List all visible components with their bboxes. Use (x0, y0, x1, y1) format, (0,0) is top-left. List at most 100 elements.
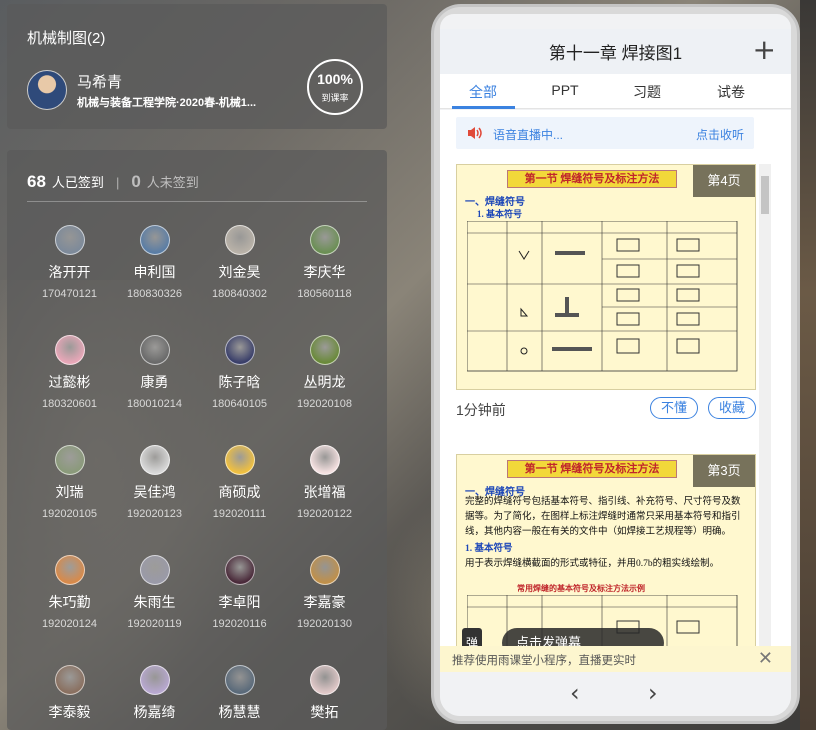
student-avatar (224, 555, 255, 585)
tab-ppt[interactable]: PPT (528, 82, 602, 98)
student-avatar (139, 225, 170, 255)
slide-card-page-4[interactable]: 第一节 焊缝符号及标注方法 一、焊缝符号 1. 基本符号 第4页 (456, 164, 756, 390)
student-id: 180840302 (211, 288, 268, 300)
student-name: 樊拓 (310, 704, 339, 720)
student-avatar (309, 445, 340, 475)
listen-link[interactable]: 点击收听 (696, 126, 744, 143)
background-edge (800, 0, 816, 730)
course-title: 机械制图(2) (27, 30, 106, 47)
slide-body-paragraph-2: 用于表示焊缝横截面的形式或特征，并用0.7b的粗实线绘制。 (465, 559, 720, 569)
student-avatar (139, 555, 170, 585)
student-name: 申利国 (133, 264, 176, 280)
student-item[interactable]: 丛明龙 192020108 (282, 335, 367, 435)
student-item[interactable]: 李泰毅 (27, 665, 112, 730)
student-avatar (309, 665, 340, 695)
tab-all[interactable]: 全部 (446, 82, 520, 102)
student-name: 杨慧慧 (218, 704, 261, 720)
student-name: 李嘉豪 (303, 594, 346, 610)
student-name: 过懿彬 (48, 374, 91, 390)
student-item[interactable]: 杨嘉绮 (112, 665, 197, 730)
bottom-nav-bar: ‹ › (440, 672, 791, 716)
student-id: 192020105 (41, 508, 98, 520)
signed-label: 人已签到 (51, 175, 104, 190)
slide-meta-row: 1分钟前 不懂 收藏 (456, 396, 756, 422)
student-id: 192020108 (296, 398, 353, 410)
student-item[interactable]: 申利国 180830326 (112, 225, 197, 325)
attendance-card: 68 人已签到 | 0 人未签到 洛开开 170470121 申利国 180830326 刘金昊… (7, 150, 387, 730)
student-item[interactable]: 陈子晗 180640105 (197, 335, 282, 435)
student-name: 李泰毅 (48, 704, 91, 720)
tab-exercises[interactable]: 习题 (610, 82, 684, 102)
student-item[interactable]: 李卓阳 192020116 (197, 555, 282, 655)
student-item[interactable]: 吴佳鸿 192020123 (112, 445, 197, 545)
voice-live-banner[interactable]: 语音直播中... 点击收听 (456, 117, 754, 149)
course-info-card: 机械制图(2) 马希青 机械与装备工程学院·2020春-机械1... 100% … (7, 4, 387, 129)
teacher-avatar (27, 70, 67, 110)
student-id: 180560118 (297, 288, 352, 300)
signed-count: 68 (27, 172, 46, 191)
next-arrow-icon[interactable]: › (648, 679, 658, 707)
close-icon[interactable]: ✕ (758, 648, 773, 669)
student-name: 刘瑞 (55, 484, 84, 500)
slide-heading: 第一节 焊缝符号及标注方法 (507, 170, 677, 188)
slide-body: 完整的焊缝符号包括基本符号、指引线、补充符号、尺寸符号及数据等。为了简化，在图样… (465, 495, 749, 572)
scrollbar-thumb[interactable] (761, 176, 769, 214)
summary-separator: | (115, 175, 120, 190)
voice-live-text: 语音直播中... (493, 128, 564, 142)
student-item[interactable]: 过懿彬 180320601 (27, 335, 112, 435)
feed-scrollbar[interactable] (759, 164, 771, 664)
page-badge: 第3页 (693, 455, 755, 487)
student-name: 吴佳鸿 (133, 484, 176, 500)
student-avatar (224, 225, 255, 255)
student-id: 192020111 (212, 508, 267, 520)
student-avatar (139, 445, 170, 475)
student-item[interactable]: 李嘉豪 192020130 (282, 555, 367, 655)
student-name: 李卓阳 (218, 594, 261, 610)
student-id: 192020124 (41, 618, 98, 630)
phone-screen: 第十一章 焊接图1 + 全部 PPT 习题 试卷 语音直播中... 点击收听 第… (440, 14, 791, 716)
student-item[interactable]: 樊拓 (282, 665, 367, 730)
student-id: 180640105 (211, 398, 268, 410)
slide-subheading-2: 1. 基本符号 (465, 544, 513, 554)
student-item[interactable]: 李庆华 180560118 (282, 225, 367, 325)
student-item[interactable]: 朱巧勤 192020124 (27, 555, 112, 655)
student-name: 刘金昊 (218, 264, 261, 280)
mini-program-notice: 推荐使用雨课堂小程序，直播更实时 ✕ (440, 646, 791, 672)
unsigned-count: 0 (131, 172, 141, 191)
add-icon[interactable]: + (753, 35, 776, 65)
student-item[interactable]: 张增福 192020122 (282, 445, 367, 545)
student-id: 180320601 (41, 398, 98, 410)
dont-understand-button[interactable]: 不懂 (650, 397, 698, 419)
student-item[interactable]: 康勇 180010214 (112, 335, 197, 435)
student-item[interactable]: 朱雨生 192020119 (112, 555, 197, 655)
student-name: 李庆华 (303, 264, 346, 280)
student-name: 康勇 (140, 374, 169, 390)
student-avatar (309, 225, 340, 255)
tab-exams[interactable]: 试卷 (694, 82, 768, 102)
collect-button[interactable]: 收藏 (708, 397, 756, 419)
student-avatar (54, 225, 85, 255)
page-badge: 第4页 (693, 165, 755, 197)
post-time: 1分钟前 (456, 402, 506, 418)
student-name: 朱雨生 (133, 594, 176, 610)
slide-subheading: 一、焊缝符号 (465, 197, 525, 208)
student-item[interactable]: 商硕成 192020111 (197, 445, 282, 545)
student-id: 192020123 (126, 508, 183, 520)
student-name: 丛明龙 (303, 374, 346, 390)
student-item[interactable]: 杨慧慧 (197, 665, 282, 730)
student-item[interactable]: 洛开开 170470121 (27, 225, 112, 325)
slide-body-paragraph: 完整的焊缝符号包括基本符号、指引线、补充符号、尺寸符号及数据等。为了简化，在图样… (465, 497, 741, 537)
lesson-title: 第十一章 焊接图1 (548, 44, 683, 63)
student-avatar (54, 445, 85, 475)
notice-text: 推荐使用雨课堂小程序，直播更实时 (452, 655, 636, 667)
weld-symbol-table (467, 221, 738, 372)
student-item[interactable]: 刘金昊 180840302 (197, 225, 282, 325)
student-name: 张增福 (303, 484, 346, 500)
student-item[interactable]: 刘瑞 192020105 (27, 445, 112, 545)
prev-arrow-icon[interactable]: ‹ (570, 679, 580, 707)
student-id: 170470121 (41, 288, 98, 300)
teacher-name: 马希青 (77, 74, 123, 91)
teacher-school: 机械与装备工程学院·2020春-机械1... (77, 97, 257, 109)
content-tabs: 全部 PPT 习题 试卷 (440, 74, 791, 109)
student-name: 陈子晗 (218, 374, 261, 390)
